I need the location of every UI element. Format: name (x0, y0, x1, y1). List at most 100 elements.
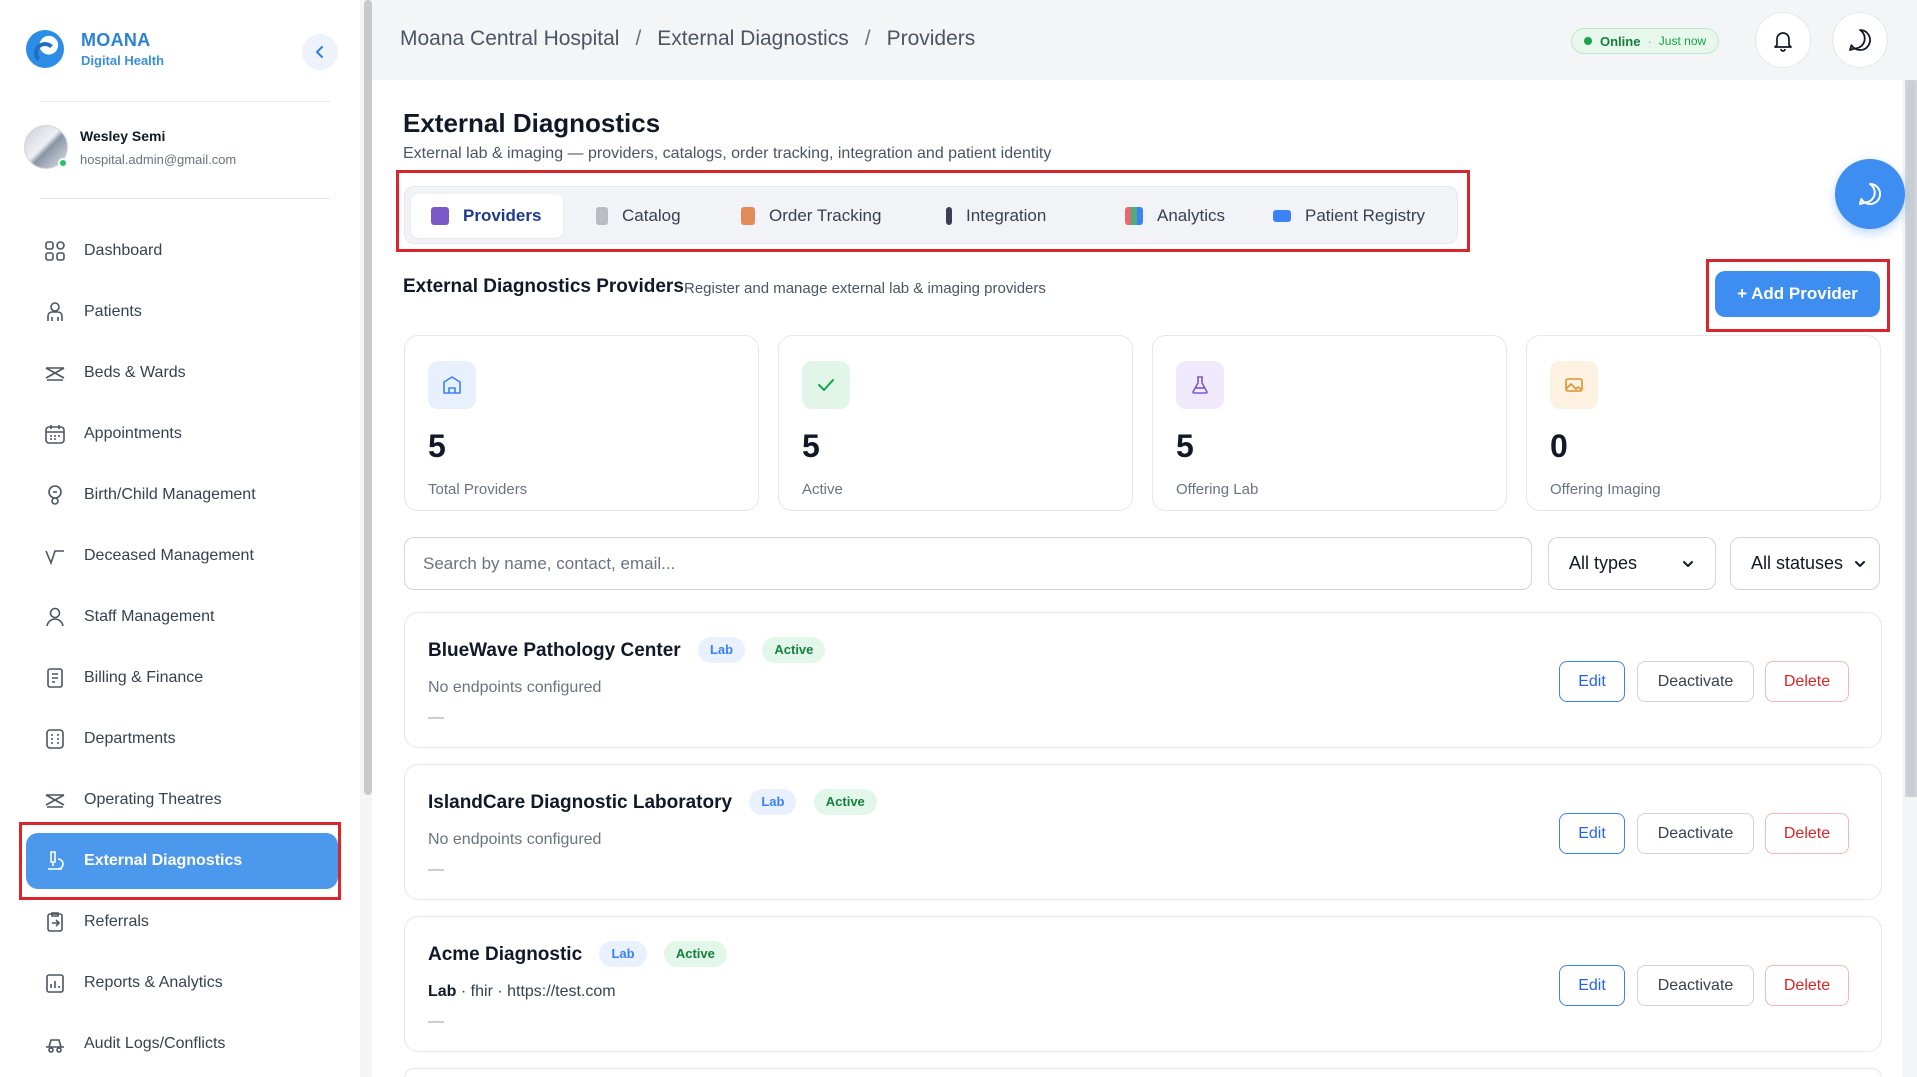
tab-bar: Providers Catalog Order Tracking Integra… (404, 186, 1458, 244)
provider-status-badge: Active (663, 941, 727, 967)
sidebar: MOANA Digital Health Wesley Semi hospita… (0, 0, 360, 1077)
user-profile[interactable]: Wesley Semi hospital.admin@gmail.com (24, 125, 236, 169)
delete-button[interactable]: Delete (1765, 661, 1849, 702)
sidebar-item-label: Audit Logs/Conflicts (84, 1035, 226, 1052)
tab-patient-registry[interactable]: Patient Registry (1253, 194, 1445, 238)
section-subtitle: Register and manage external lab & imagi… (684, 280, 1046, 297)
delete-button[interactable]: Delete (1765, 813, 1849, 854)
stat-card-total-providers: 5 Total Providers (404, 335, 759, 511)
page-subtitle: External lab & imaging — providers, cata… (403, 145, 1052, 162)
main-scrollbar[interactable] (1905, 80, 1917, 797)
sidebar-item-operating-theatres[interactable]: Operating Theatres (26, 774, 336, 826)
tab-label: Order Tracking (769, 206, 882, 225)
sidebar-item-label: Beds & Wards (84, 364, 186, 381)
provider-endpoints: Lab · fhir · https://test.com (428, 983, 616, 1001)
sidebar-scrollbar[interactable] (364, 0, 372, 795)
edit-button[interactable]: Edit (1559, 661, 1625, 702)
sidebar-item-label: Staff Management (84, 608, 215, 625)
sidebar-item-label: Referrals (84, 913, 149, 930)
sidebar-item-deceased[interactable]: Deceased Management (26, 530, 336, 582)
breadcrumb-separator: / (864, 27, 871, 50)
sidebar-item-departments[interactable]: Departments (26, 713, 336, 765)
sidebar-item-reports[interactable]: Reports & Analytics (26, 957, 336, 1009)
sidebar-item-dashboard[interactable]: Dashboard (26, 225, 336, 277)
sidebar-item-label: External Diagnostics (84, 852, 243, 869)
messages-button[interactable] (1832, 12, 1888, 68)
sidebar-item-label: Reports & Analytics (84, 974, 223, 991)
sidebar-item-birth-child[interactable]: Birth/Child Management (26, 469, 336, 521)
type-filter-select[interactable]: All types (1548, 537, 1716, 590)
online-status-dot (58, 158, 68, 168)
brand-subtitle: Digital Health (81, 53, 165, 68)
deceased-icon (44, 545, 66, 567)
sidebar-item-billing[interactable]: Billing & Finance (26, 652, 336, 704)
tab-providers[interactable]: Providers (411, 194, 563, 238)
sidebar-item-label: Dashboard (84, 242, 163, 259)
tab-analytics[interactable]: Analytics (1105, 194, 1245, 238)
image-icon (1550, 361, 1598, 409)
tab-integration[interactable]: Integration (926, 194, 1066, 238)
breadcrumb: Moana Central Hospital / External Diagno… (400, 27, 975, 51)
edit-button[interactable]: Edit (1559, 813, 1625, 854)
online-status-badge: Online · Just now (1571, 28, 1720, 54)
breadcrumb-separator: / (635, 27, 642, 50)
bar-chart-tab-icon (1125, 207, 1143, 225)
provider-card (404, 1068, 1882, 1077)
brand[interactable]: MOANA Digital Health (26, 30, 164, 68)
plug-tab-icon (946, 207, 952, 225)
tab-order-tracking[interactable]: Order Tracking (721, 194, 901, 238)
chat-fab-button[interactable] (1835, 159, 1905, 229)
reports-icon (44, 972, 66, 994)
provider-status-badge: Active (813, 789, 877, 815)
breadcrumb-item-providers: Providers (886, 27, 976, 50)
sidebar-item-staff[interactable]: Staff Management (26, 591, 336, 643)
sidebar-item-beds-wards[interactable]: Beds & Wards (26, 347, 336, 399)
breadcrumb-item-external-diagnostics[interactable]: External Diagnostics (657, 27, 848, 51)
stat-card-offering-imaging: 0 Offering Imaging (1526, 335, 1881, 511)
provider-endpoints: No endpoints configured (428, 679, 602, 696)
stat-card-active: 5 Active (778, 335, 1133, 511)
sidebar-item-label: Appointments (84, 425, 182, 442)
sidebar-item-audit-logs[interactable]: Audit Logs/Conflicts (26, 1018, 336, 1070)
clipboard-tab-icon (741, 207, 755, 225)
deactivate-button[interactable]: Deactivate (1637, 813, 1754, 854)
flask-icon (1176, 361, 1224, 409)
provider-type-badge: Lab (749, 789, 797, 815)
provider-endpoint-type: Lab (428, 983, 457, 1000)
deactivate-button[interactable]: Deactivate (1637, 661, 1754, 702)
sidebar-divider (40, 198, 330, 199)
sidebar-item-external-diagnostics[interactable]: External Diagnostics (26, 833, 338, 889)
dashboard-icon (44, 240, 66, 262)
bell-icon (1774, 32, 1792, 52)
stat-label: Total Providers (428, 481, 528, 498)
chat-bubble-icon (1849, 29, 1871, 51)
stat-card-offering-lab: 5 Offering Lab (1152, 335, 1507, 511)
theatre-icon (44, 789, 66, 811)
notifications-button[interactable] (1755, 12, 1811, 68)
collapse-sidebar-button[interactable] (302, 34, 338, 70)
provider-name: Acme Diagnostic (428, 944, 583, 965)
deactivate-button[interactable]: Deactivate (1637, 965, 1754, 1006)
sidebar-item-referrals[interactable]: Referrals (26, 896, 336, 948)
sidebar-item-appointments[interactable]: Appointments (26, 408, 336, 460)
app-root: MOANA Digital Health Wesley Semi hospita… (0, 0, 1917, 1077)
tab-catalog[interactable]: Catalog (576, 194, 701, 238)
microscope-icon (44, 850, 66, 872)
stat-label: Offering Lab (1176, 481, 1259, 498)
sidebar-divider (40, 101, 330, 102)
building-icon (428, 361, 476, 409)
status-filter-select[interactable]: All statuses (1730, 537, 1880, 590)
status-time: Just now (1658, 34, 1707, 48)
status-label: Online (1600, 33, 1641, 49)
provider-type-badge: Lab (697, 637, 746, 663)
sidebar-item-patients[interactable]: Patients (26, 286, 336, 338)
breadcrumb-item-hospital[interactable]: Moana Central Hospital (400, 27, 619, 51)
stat-value: 0 (1550, 428, 1568, 464)
delete-button[interactable]: Delete (1765, 965, 1849, 1006)
edit-button[interactable]: Edit (1559, 965, 1625, 1006)
search-input[interactable] (404, 537, 1532, 590)
provider-name: IslandCare Diagnostic Laboratory (428, 792, 733, 813)
tab-label: Analytics (1157, 206, 1226, 225)
add-provider-button[interactable]: + Add Provider (1715, 271, 1880, 317)
provider-endpoint-detail: · fhir · https://test.com (456, 983, 616, 1000)
